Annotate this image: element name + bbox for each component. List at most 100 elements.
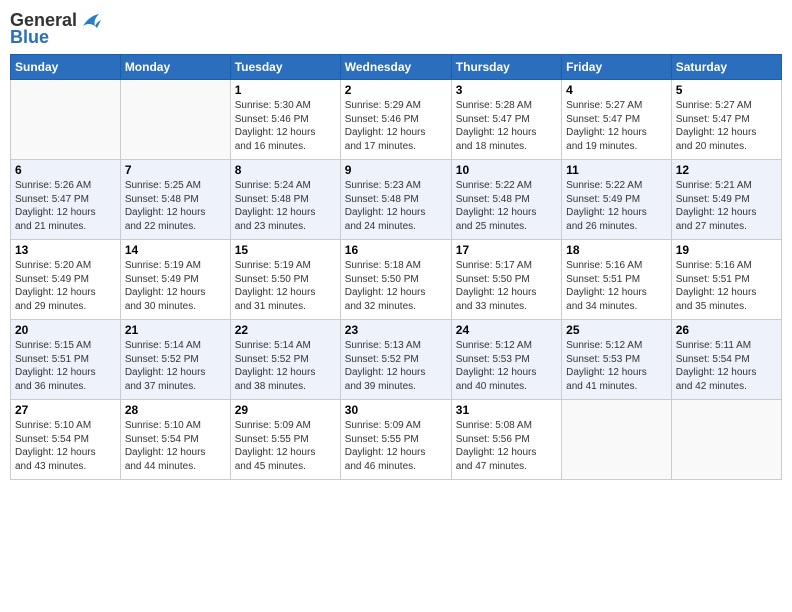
day-info: Sunrise: 5:09 AM Sunset: 5:55 PM Dayligh… (235, 419, 336, 473)
calendar-cell: 18 Sunrise: 5:16 AM Sunset: 5:51 PM Dayli… (562, 240, 672, 320)
day-number: 3 (456, 83, 557, 97)
day-info: Sunrise: 5:09 AM Sunset: 5:55 PM Dayligh… (345, 419, 447, 473)
calendar-cell: 3 Sunrise: 5:28 AM Sunset: 5:47 PM Daylig… (451, 80, 561, 160)
day-info: Sunrise: 5:27 AM Sunset: 5:47 PM Dayligh… (566, 99, 667, 153)
day-number: 29 (235, 403, 336, 417)
day-number: 30 (345, 403, 447, 417)
day-number: 24 (456, 323, 557, 337)
day-number: 15 (235, 243, 336, 257)
calendar-cell: 9Sunrise: 5:23 AM Sunset: 5:48 PM Daylig… (340, 160, 451, 240)
calendar-week-row: 13 Sunrise: 5:20 AM Sunset: 5:49 PM Dayli… (11, 240, 782, 320)
day-info: Sunrise: 5:26 AM Sunset: 5:47 PM Dayligh… (15, 179, 116, 233)
day-info: Sunrise: 5:15 AM Sunset: 5:51 PM Dayligh… (15, 339, 116, 393)
calendar-week-row: 1 Sunrise: 5:30 AM Sunset: 5:46 PM Daylig… (11, 80, 782, 160)
calendar-cell: 23Sunrise: 5:13 AM Sunset: 5:52 PM Dayli… (340, 320, 451, 400)
calendar-cell: 8 Sunrise: 5:24 AM Sunset: 5:48 PM Daylig… (230, 160, 340, 240)
calendar-cell: 14 Sunrise: 5:19 AM Sunset: 5:49 PM Dayli… (120, 240, 230, 320)
calendar-cell: 29 Sunrise: 5:09 AM Sunset: 5:55 PM Dayli… (230, 400, 340, 480)
day-number: 31 (456, 403, 557, 417)
day-info: Sunrise: 5:22 AM Sunset: 5:49 PM Dayligh… (566, 179, 667, 233)
calendar-cell: 26Sunrise: 5:11 AM Sunset: 5:54 PM Dayli… (671, 320, 781, 400)
page-header: General Blue (10, 10, 782, 48)
calendar-cell: 11 Sunrise: 5:22 AM Sunset: 5:49 PM Dayli… (562, 160, 672, 240)
calendar-week-row: 27 Sunrise: 5:10 AM Sunset: 5:54 PM Dayli… (11, 400, 782, 480)
day-number: 12 (676, 163, 777, 177)
day-number: 16 (345, 243, 447, 257)
day-info: Sunrise: 5:30 AM Sunset: 5:46 PM Dayligh… (235, 99, 336, 153)
day-number: 19 (676, 243, 777, 257)
calendar-cell: 13 Sunrise: 5:20 AM Sunset: 5:49 PM Dayli… (11, 240, 121, 320)
calendar-header-wednesday: Wednesday (340, 55, 451, 80)
day-number: 1 (235, 83, 336, 97)
day-number: 13 (15, 243, 116, 257)
day-info: Sunrise: 5:18 AM Sunset: 5:50 PM Dayligh… (345, 259, 447, 313)
calendar-cell: 10 Sunrise: 5:22 AM Sunset: 5:48 PM Dayli… (451, 160, 561, 240)
day-info: Sunrise: 5:12 AM Sunset: 5:53 PM Dayligh… (566, 339, 667, 393)
day-number: 18 (566, 243, 667, 257)
day-number: 4 (566, 83, 667, 97)
calendar-cell: 21Sunrise: 5:14 AM Sunset: 5:52 PM Dayli… (120, 320, 230, 400)
calendar-cell: 20 Sunrise: 5:15 AM Sunset: 5:51 PM Dayli… (11, 320, 121, 400)
day-number: 2 (345, 83, 447, 97)
calendar-header-tuesday: Tuesday (230, 55, 340, 80)
calendar-week-row: 20 Sunrise: 5:15 AM Sunset: 5:51 PM Dayli… (11, 320, 782, 400)
day-number: 10 (456, 163, 557, 177)
day-info: Sunrise: 5:28 AM Sunset: 5:47 PM Dayligh… (456, 99, 557, 153)
day-info: Sunrise: 5:13 AM Sunset: 5:52 PM Dayligh… (345, 339, 447, 393)
calendar-cell: 7 Sunrise: 5:25 AM Sunset: 5:48 PM Daylig… (120, 160, 230, 240)
calendar-cell (562, 400, 672, 480)
day-number: 11 (566, 163, 667, 177)
calendar-cell: 1 Sunrise: 5:30 AM Sunset: 5:46 PM Daylig… (230, 80, 340, 160)
day-number: 27 (15, 403, 116, 417)
logo-blue: Blue (10, 27, 49, 48)
calendar-cell: 5Sunrise: 5:27 AM Sunset: 5:47 PM Daylig… (671, 80, 781, 160)
calendar-header-saturday: Saturday (671, 55, 781, 80)
day-info: Sunrise: 5:16 AM Sunset: 5:51 PM Dayligh… (566, 259, 667, 313)
day-number: 6 (15, 163, 116, 177)
day-number: 22 (235, 323, 336, 337)
day-number: 8 (235, 163, 336, 177)
day-number: 28 (125, 403, 226, 417)
calendar-cell: 27Sunrise: 5:10 AM Sunset: 5:54 PM Dayli… (11, 400, 121, 480)
calendar-cell: 6 Sunrise: 5:26 AM Sunset: 5:47 PM Daylig… (11, 160, 121, 240)
calendar-week-row: 6 Sunrise: 5:26 AM Sunset: 5:47 PM Daylig… (11, 160, 782, 240)
logo: General Blue (10, 10, 101, 48)
calendar-cell (11, 80, 121, 160)
day-info: Sunrise: 5:14 AM Sunset: 5:52 PM Dayligh… (235, 339, 336, 393)
calendar-cell: 22 Sunrise: 5:14 AM Sunset: 5:52 PM Dayli… (230, 320, 340, 400)
calendar-header-sunday: Sunday (11, 55, 121, 80)
day-info: Sunrise: 5:23 AM Sunset: 5:48 PM Dayligh… (345, 179, 447, 233)
day-info: Sunrise: 5:21 AM Sunset: 5:49 PM Dayligh… (676, 179, 777, 233)
calendar-cell (671, 400, 781, 480)
day-number: 25 (566, 323, 667, 337)
day-info: Sunrise: 5:17 AM Sunset: 5:50 PM Dayligh… (456, 259, 557, 313)
day-info: Sunrise: 5:27 AM Sunset: 5:47 PM Dayligh… (676, 99, 777, 153)
day-number: 20 (15, 323, 116, 337)
calendar-cell: 4 Sunrise: 5:27 AM Sunset: 5:47 PM Daylig… (562, 80, 672, 160)
calendar-table: SundayMondayTuesdayWednesdayThursdayFrid… (10, 54, 782, 480)
day-info: Sunrise: 5:29 AM Sunset: 5:46 PM Dayligh… (345, 99, 447, 153)
day-info: Sunrise: 5:19 AM Sunset: 5:49 PM Dayligh… (125, 259, 226, 313)
calendar-cell: 28 Sunrise: 5:10 AM Sunset: 5:54 PM Dayli… (120, 400, 230, 480)
calendar-cell: 2 Sunrise: 5:29 AM Sunset: 5:46 PM Daylig… (340, 80, 451, 160)
calendar-cell (120, 80, 230, 160)
day-info: Sunrise: 5:08 AM Sunset: 5:56 PM Dayligh… (456, 419, 557, 473)
day-number: 17 (456, 243, 557, 257)
day-info: Sunrise: 5:25 AM Sunset: 5:48 PM Dayligh… (125, 179, 226, 233)
day-info: Sunrise: 5:10 AM Sunset: 5:54 PM Dayligh… (125, 419, 226, 473)
calendar-header-friday: Friday (562, 55, 672, 80)
calendar-cell: 19 Sunrise: 5:16 AM Sunset: 5:51 PM Dayli… (671, 240, 781, 320)
day-number: 7 (125, 163, 226, 177)
day-info: Sunrise: 5:24 AM Sunset: 5:48 PM Dayligh… (235, 179, 336, 233)
day-number: 14 (125, 243, 226, 257)
calendar-cell: 24Sunrise: 5:12 AM Sunset: 5:53 PM Dayli… (451, 320, 561, 400)
day-info: Sunrise: 5:20 AM Sunset: 5:49 PM Dayligh… (15, 259, 116, 313)
calendar-header-monday: Monday (120, 55, 230, 80)
day-info: Sunrise: 5:16 AM Sunset: 5:51 PM Dayligh… (676, 259, 777, 313)
day-info: Sunrise: 5:11 AM Sunset: 5:54 PM Dayligh… (676, 339, 777, 393)
calendar-cell: 30 Sunrise: 5:09 AM Sunset: 5:55 PM Dayli… (340, 400, 451, 480)
calendar-header-row: SundayMondayTuesdayWednesdayThursdayFrid… (11, 55, 782, 80)
day-info: Sunrise: 5:19 AM Sunset: 5:50 PM Dayligh… (235, 259, 336, 313)
calendar-cell: 12 Sunrise: 5:21 AM Sunset: 5:49 PM Dayli… (671, 160, 781, 240)
day-info: Sunrise: 5:22 AM Sunset: 5:48 PM Dayligh… (456, 179, 557, 233)
